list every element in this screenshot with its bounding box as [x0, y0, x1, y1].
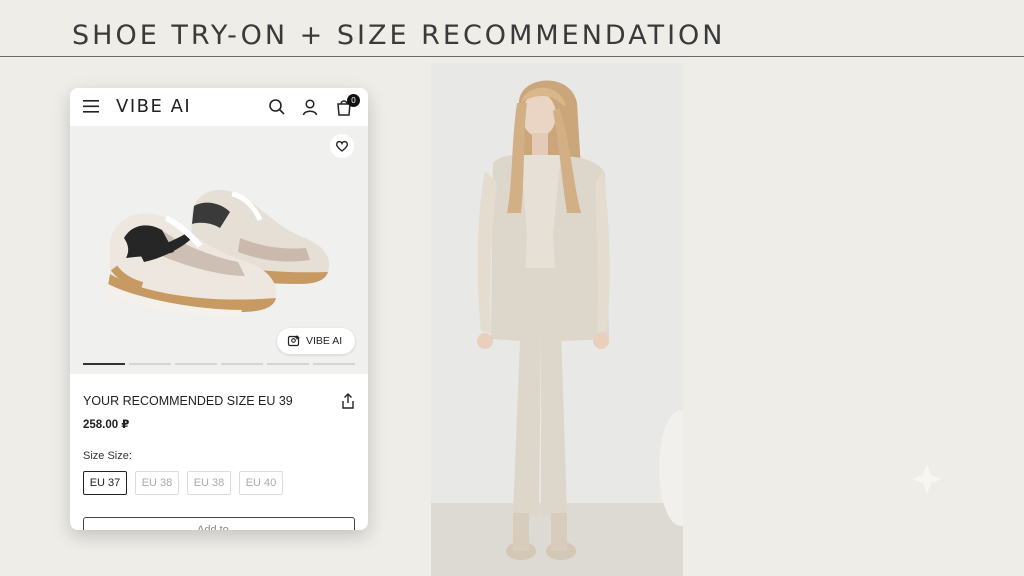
carousel-dot[interactable]: [221, 363, 263, 365]
size-option-eu-37[interactable]: EU 37: [83, 471, 127, 495]
model-figure-image: [431, 63, 683, 576]
try-on-icon: [287, 335, 300, 347]
carousel-dot[interactable]: [175, 363, 217, 365]
recommended-size-text: YOUR RECOMMENDED SIZE EU 39: [83, 394, 293, 408]
vibe-ai-chip-label: VIBE AI: [306, 335, 343, 347]
brand-logo[interactable]: VIBE AI: [116, 96, 191, 117]
search-icon[interactable]: [268, 98, 286, 116]
vibe-ai-try-on-button[interactable]: VIBE AI: [277, 328, 355, 354]
title-divider: [0, 56, 1024, 57]
app-header: VIBE AI 0: [70, 88, 368, 126]
model-photo: [431, 63, 683, 576]
carousel-dot[interactable]: [129, 363, 171, 365]
price: 258.00 ₽: [83, 419, 130, 431]
add-to-cart-button[interactable]: Add to ...: [83, 517, 355, 530]
sparkle-icon: [912, 464, 942, 494]
heart-icon[interactable]: [330, 134, 354, 158]
phone-screen: VIBE AI 0 VIBE AI YOUR RECOMMENDED SIZE …: [70, 88, 368, 530]
size-option-eu-40[interactable]: EU 40: [239, 471, 283, 495]
menu-icon[interactable]: [83, 100, 99, 113]
share-icon[interactable]: [340, 393, 356, 409]
size-option-eu-38[interactable]: EU 38: [135, 471, 179, 495]
carousel-dot[interactable]: [313, 363, 355, 365]
size-label: Size Size:: [83, 450, 132, 462]
size-option-eu-38-b[interactable]: EU 38: [187, 471, 231, 495]
cart-count-badge: 0: [347, 94, 360, 107]
account-icon[interactable]: [301, 98, 319, 116]
carousel-dot[interactable]: [267, 363, 309, 365]
page-title: SHOE TRY-ON + SIZE RECOMMENDATION: [72, 20, 726, 51]
carousel-dot[interactable]: [83, 363, 125, 365]
